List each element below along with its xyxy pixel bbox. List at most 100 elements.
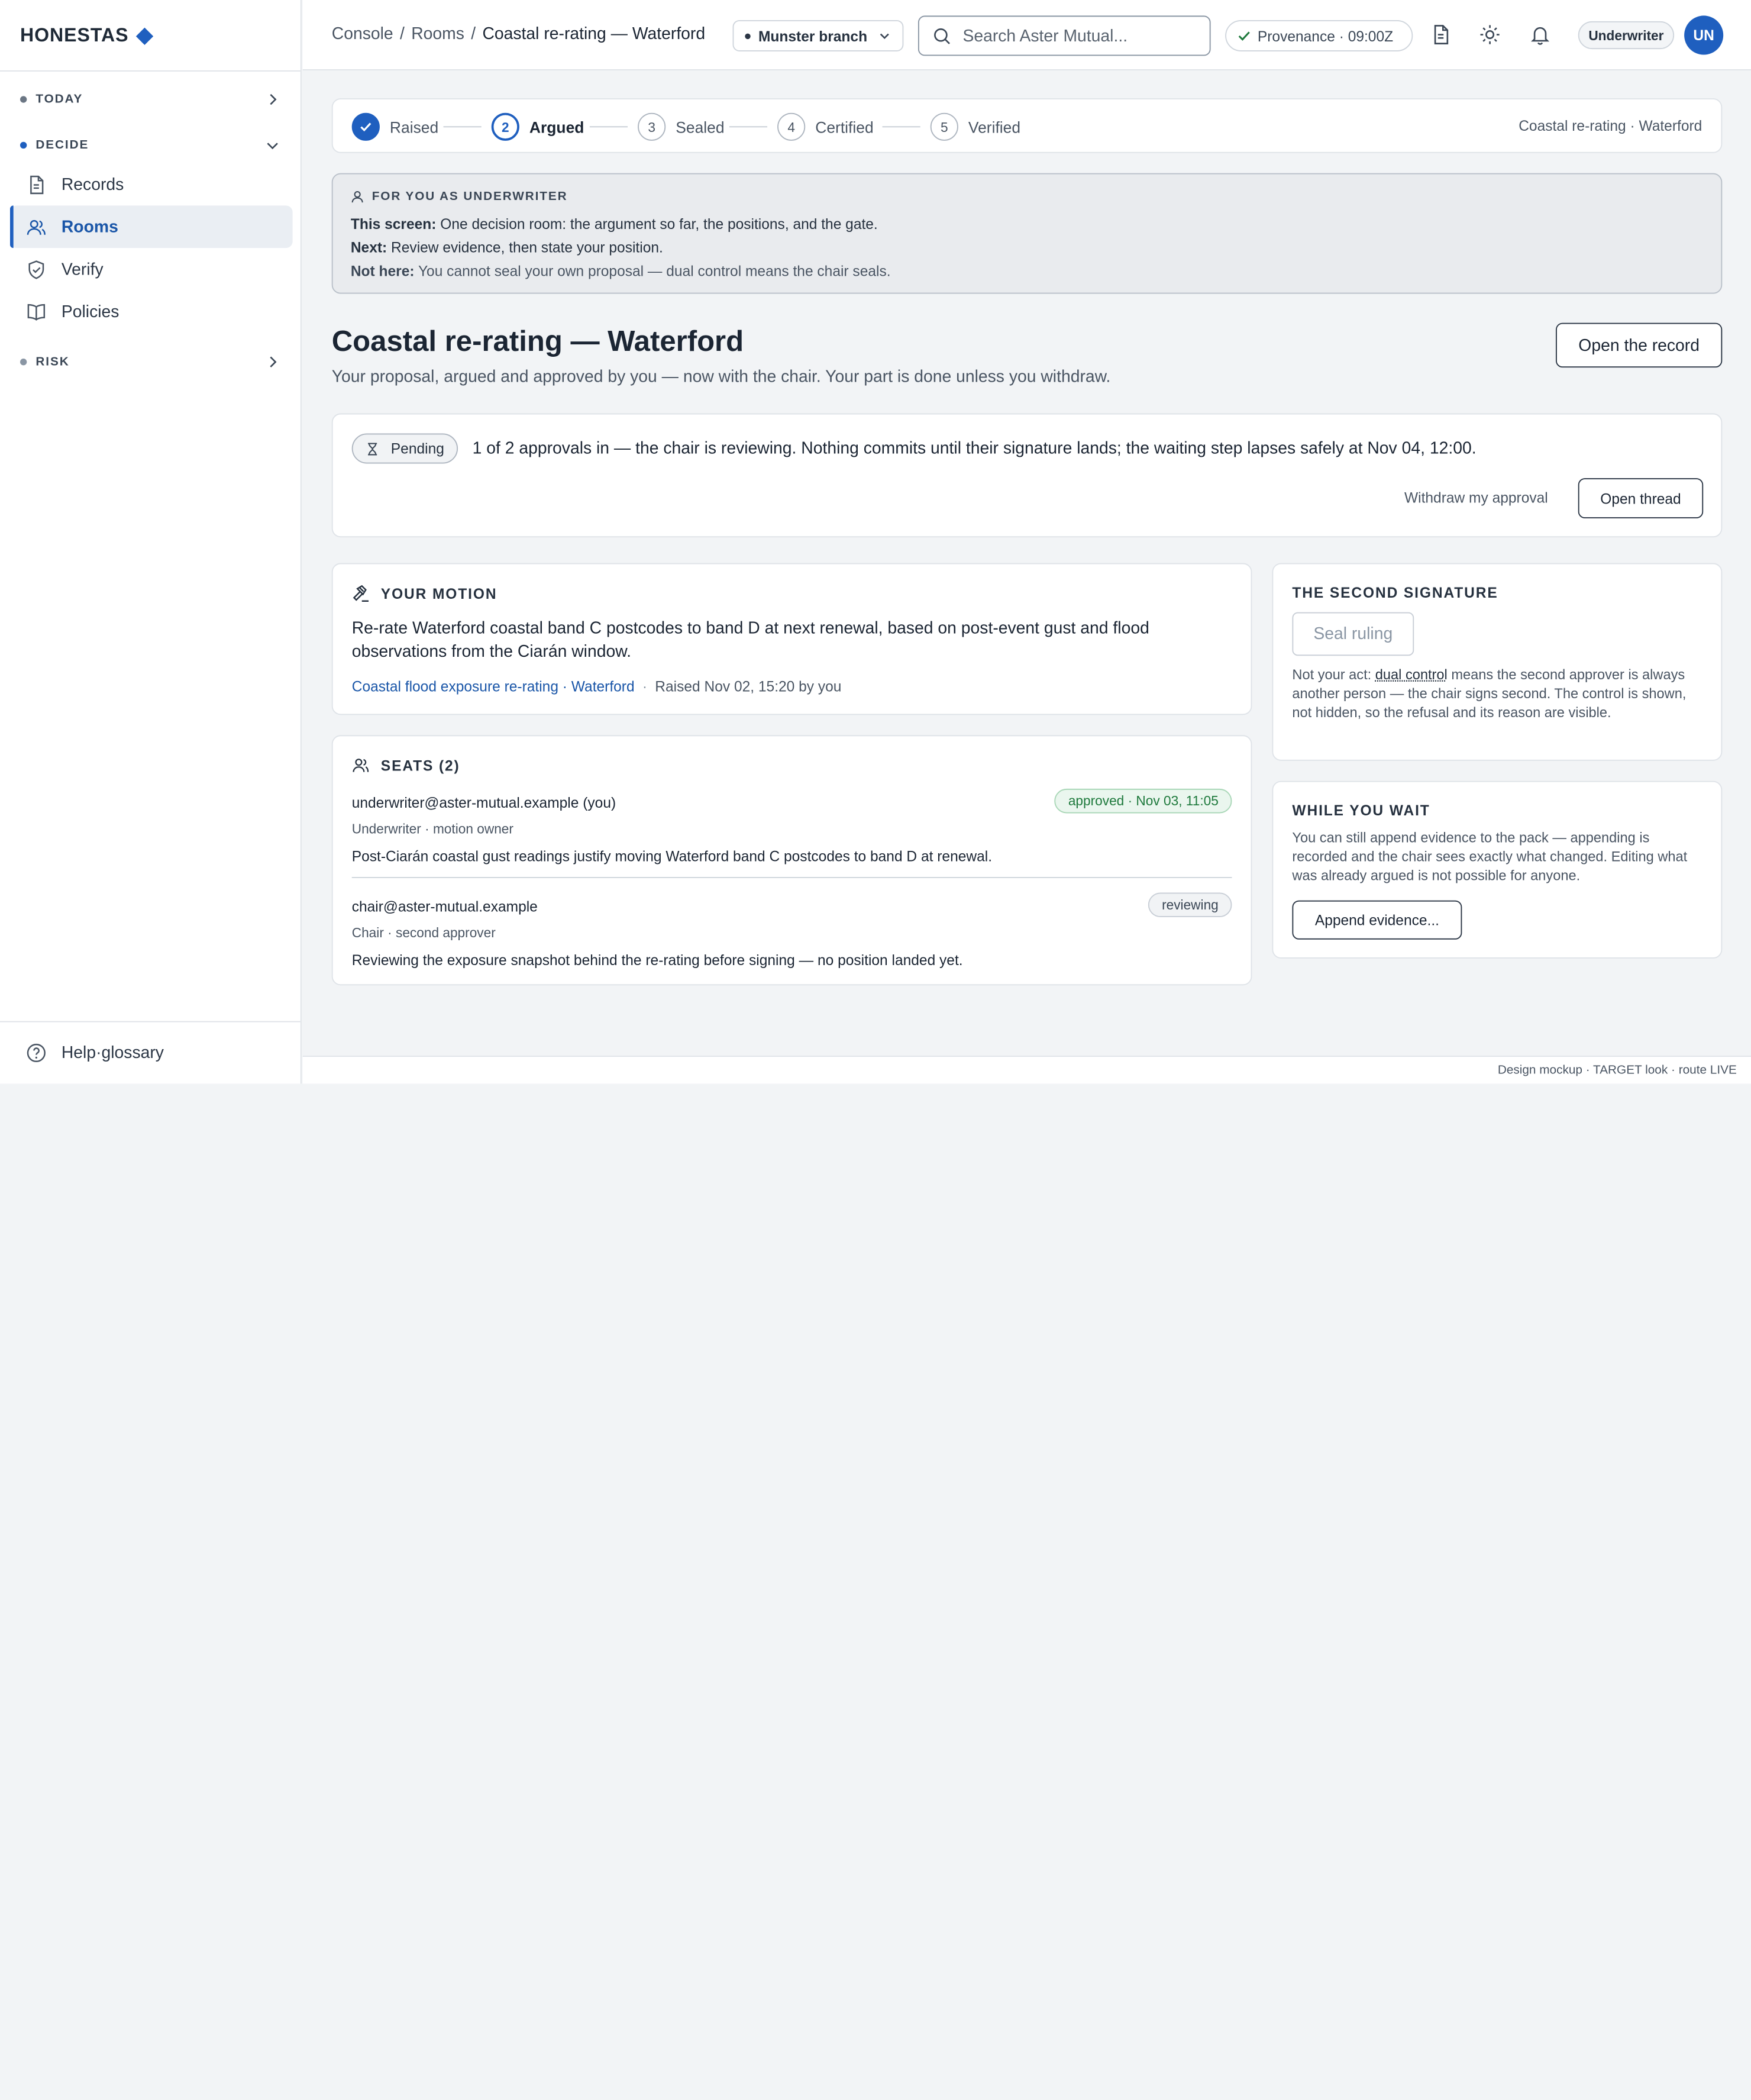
seats-card: SEATS (2) underwriter@aster-mutual.examp… — [331, 735, 1252, 986]
status-badge: Pending — [351, 433, 458, 464]
step-done-marker — [351, 112, 380, 141]
search-input[interactable] — [962, 26, 1187, 46]
step-raised: Raised — [351, 112, 439, 141]
help-glossary-link[interactable]: Help·glossary — [0, 1021, 301, 1084]
branch-select[interactable]: Munster branch — [732, 20, 904, 51]
append-evidence-button[interactable]: Append evidence... — [1292, 900, 1462, 940]
group-dot-icon — [20, 359, 27, 366]
open-record-button[interactable]: Open the record — [1555, 322, 1723, 368]
footer-text: Design mockup · TARGET look · route LIVE — [1497, 1063, 1737, 1078]
seat-status-badge: reviewing — [1148, 892, 1232, 918]
sidebar-item-policies[interactable]: Policies — [10, 291, 293, 333]
step-connector — [882, 126, 920, 128]
users-icon — [27, 219, 46, 234]
brand-name: HONESTAS — [20, 24, 129, 46]
chevron-right-icon — [270, 93, 277, 105]
sidebar-item-verify[interactable]: Verify — [10, 248, 293, 291]
bell-icon[interactable] — [1529, 24, 1552, 46]
role-badge[interactable]: Underwriter — [1578, 21, 1675, 50]
seat-email: chair@aster-mutual.example — [351, 898, 538, 915]
step-label: Verified — [968, 118, 1021, 136]
guidance-next: Next: Review evidence, then state your p… — [351, 236, 1703, 259]
sidebar-item-records[interactable]: Records — [10, 163, 293, 206]
step-label: Sealed — [676, 118, 725, 136]
top-bar: Console / Rooms / Coastal re-rating — Wa… — [302, 0, 1751, 70]
guidance-label: Not here: — [350, 262, 415, 279]
seats-heading: SEATS (2) — [352, 756, 460, 774]
step-certified: 4 Certified — [777, 112, 874, 141]
sun-icon[interactable] — [1479, 24, 1501, 46]
group-dot-icon — [20, 96, 27, 103]
help-glossary-label: Help·glossary — [61, 1043, 164, 1063]
branch-label: Munster branch — [758, 27, 868, 44]
sidebar-group-decide[interactable]: DECIDE — [20, 135, 280, 155]
step-verified: 5 Verified — [930, 112, 1021, 141]
brand-logo[interactable]: HONESTAS — [20, 22, 154, 49]
shield-check-icon — [28, 260, 44, 279]
while-you-wait-heading: WHILE YOU WAIT — [1292, 802, 1430, 819]
step-connector — [729, 126, 768, 128]
book-icon — [27, 303, 46, 320]
diamond-icon — [136, 27, 154, 45]
breadcrumb: Console / Rooms / Coastal re-rating — Wa… — [332, 25, 705, 44]
guidance-text: One decision room: the argument so far, … — [436, 215, 878, 233]
step-sealed: 3 Sealed — [638, 112, 725, 141]
step-label: Raised — [389, 118, 439, 136]
desc-text: Not your act: — [1292, 667, 1375, 683]
step-number: 2 — [491, 112, 519, 141]
sidebar-group-risk[interactable]: RISK — [20, 352, 280, 372]
seal-ruling-button[interactable]: Seal ruling — [1292, 612, 1414, 656]
motion-raised: Raised Nov 02, 15:20 by you — [655, 678, 842, 695]
step-number: 3 — [638, 112, 666, 141]
user-icon — [351, 191, 363, 203]
dual-control-term[interactable]: dual control — [1375, 667, 1448, 682]
seat-position: Post-Ciarán coastal gust readings justif… — [351, 847, 993, 865]
sidebar-item-rooms[interactable]: Rooms — [9, 205, 293, 249]
second-signature-heading: THE SECOND SIGNATURE — [1292, 584, 1498, 601]
seat-divider — [351, 877, 1232, 878]
approval-status-card: Pending 1 of 2 approvals in — the chair … — [331, 413, 1723, 538]
breadcrumb-console[interactable]: Console — [332, 25, 393, 44]
stepper-context: Coastal re-rating · Waterford — [1519, 117, 1702, 134]
branch-dot-icon — [745, 33, 751, 39]
breadcrumb-current: Coastal re-rating — Waterford — [482, 24, 706, 44]
guidance-not-here: Not here: You cannot seal your own propo… — [351, 259, 1703, 283]
guidance-label: This screen: — [350, 215, 437, 233]
motion-policy-link[interactable]: Coastal flood exposure re-rating · Water… — [352, 678, 635, 695]
document-icon — [30, 175, 44, 194]
second-signature-card: THE SECOND SIGNATURE Seal ruling Not you… — [1272, 563, 1723, 761]
document-icon[interactable] — [1430, 24, 1452, 46]
page-footer: Design mockup · TARGET look · route LIVE — [302, 1056, 1751, 1084]
step-label: Argued — [529, 118, 584, 136]
hourglass-icon — [368, 442, 377, 455]
step-connector — [589, 126, 628, 128]
sidebar-group-today[interactable]: TODAY — [20, 89, 280, 109]
search-box[interactable] — [918, 15, 1211, 56]
withdraw-approval-link[interactable]: Withdraw my approval — [1404, 489, 1548, 506]
seat-row: chair@aster-mutual.example reviewing Cha… — [351, 892, 1232, 969]
sidebar-group-label: RISK — [35, 355, 70, 369]
gavel-icon — [353, 585, 369, 602]
guidance-label: Next: — [350, 239, 387, 256]
step-label: Certified — [815, 118, 874, 136]
breadcrumb-rooms[interactable]: Rooms — [411, 25, 464, 44]
motion-heading: YOUR MOTION — [352, 584, 497, 602]
seat-role: Underwriter · motion owner — [351, 821, 513, 837]
open-thread-button[interactable]: Open thread — [1578, 478, 1704, 519]
progress-stepper: Raised 2 Argued 3 Sealed 4 Certified 5 V… — [331, 98, 1723, 153]
seat-status-badge: approved · Nov 03, 11:05 — [1055, 788, 1232, 814]
sidebar-group-label: TODAY — [35, 92, 83, 107]
second-signature-description: Not your act: dual control means the sec… — [1292, 666, 1705, 722]
role-guidance-panel: FOR YOU AS UNDERWRITER This screen: One … — [331, 173, 1723, 294]
sidebar-item-label: Records — [61, 175, 124, 194]
guidance-text: Review evidence, then state your positio… — [387, 239, 663, 256]
search-icon — [934, 27, 950, 44]
provenance-badge[interactable]: Provenance · 09:00Z — [1225, 20, 1413, 51]
avatar[interactable]: UN — [1684, 15, 1724, 55]
group-dot-icon — [20, 141, 27, 149]
breadcrumb-separator: / — [471, 24, 476, 44]
sidebar-item-label: Policies — [61, 302, 119, 321]
motion-text: Re-rate Waterford coastal band C postcod… — [351, 618, 1149, 662]
step-argued: 2 Argued — [491, 112, 584, 141]
step-connector — [443, 126, 482, 128]
